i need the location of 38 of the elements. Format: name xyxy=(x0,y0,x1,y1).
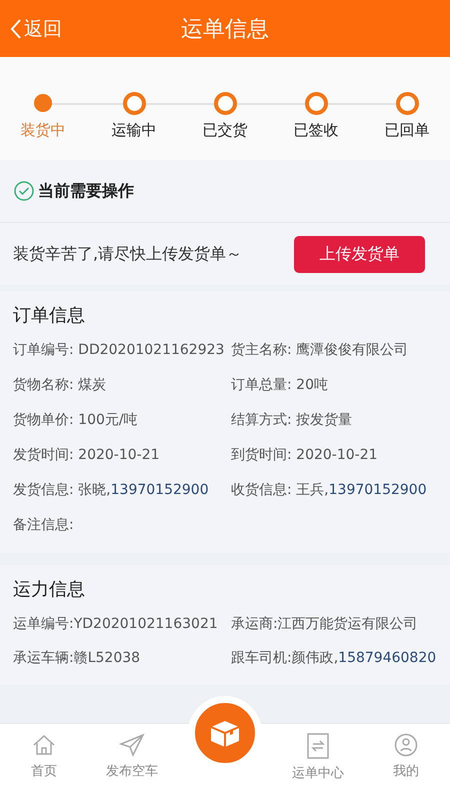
back-button[interactable]: 返回 xyxy=(0,14,68,42)
home-icon xyxy=(32,733,56,757)
info-field: 发货信息: 张晓,13970152900 xyxy=(13,473,231,508)
page-title: 运单信息 xyxy=(181,16,269,42)
tab-item[interactable]: 首页 xyxy=(4,723,84,781)
info-field: 订单总量: 20吨 xyxy=(231,368,437,403)
tab-item[interactable]: 发布空车 xyxy=(92,723,172,781)
exchange-icon xyxy=(306,733,330,759)
step-label: 装货中 xyxy=(20,121,66,140)
card-title: 运力信息 xyxy=(13,578,86,601)
info-field: 备注信息: xyxy=(13,508,231,543)
action-message: 装货辛苦了,请尽快上传发货单～ xyxy=(13,244,242,264)
step-label: 已交货 xyxy=(202,121,248,140)
user-icon xyxy=(394,733,418,757)
paper-plane-icon xyxy=(119,733,145,757)
section-title: 当前需要操作 xyxy=(38,180,134,202)
info-field: 运单编号:YD20201021163021 xyxy=(13,607,231,641)
tab-item[interactable]: 我的 xyxy=(366,723,446,781)
info-field: 结算方式: 按发货量 xyxy=(231,403,437,438)
info-field: 承运商:江西万能货运有限公司 xyxy=(231,607,437,641)
check-circle-icon xyxy=(14,181,34,201)
info-field: 发货时间: 2020-10-21 xyxy=(13,438,231,473)
info-field: 货物单价: 100元/吨 xyxy=(13,403,231,438)
info-field: 承运车辆:赣L52038 xyxy=(13,641,231,675)
package-icon xyxy=(208,718,242,748)
upload-button[interactable]: 上传发货单 xyxy=(294,236,425,272)
step-label: 已回单 xyxy=(384,121,430,140)
step-label: 运输中 xyxy=(112,121,156,140)
tab-item[interactable]: 运单中心 xyxy=(278,723,358,783)
info-field: 跟车司机:颜伟政,15879460820 xyxy=(231,641,437,675)
card-title: 订单信息 xyxy=(13,304,86,327)
step-label: 已签收 xyxy=(294,121,338,140)
info-field: 订单编号: DD20201021162923 xyxy=(13,333,231,368)
info-field: 收货信息: 王兵,13970152900 xyxy=(231,473,437,508)
info-field: 货主名称: 鹰潭俊俊有限公司 xyxy=(231,333,437,368)
chevron-left-icon xyxy=(10,18,22,40)
info-field: 货物名称: 煤炭 xyxy=(13,368,231,403)
info-field: 到货时间: 2020-10-21 xyxy=(231,438,437,473)
